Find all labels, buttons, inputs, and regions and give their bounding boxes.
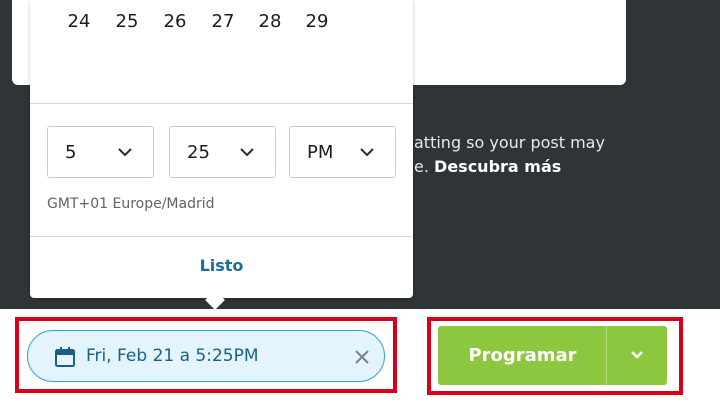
calendar-icon — [55, 347, 75, 367]
scheduled-date-pill[interactable]: Fri, Feb 21 a 5:25PM — [27, 330, 385, 382]
schedule-options-button[interactable] — [607, 326, 667, 385]
hour-select[interactable]: 5 — [47, 126, 154, 178]
datetime-picker-popover: 24 25 26 27 28 29 5 25 PM GMT+01 Europe/… — [30, 0, 413, 298]
calendar-day-29[interactable]: 29 — [302, 8, 332, 36]
chevron-down-icon — [240, 148, 254, 157]
done-button[interactable]: Listo — [30, 256, 413, 275]
minute-select[interactable]: 25 — [169, 126, 276, 178]
calendar-day-28[interactable]: 28 — [255, 8, 285, 36]
schedule-button[interactable]: Programar — [438, 326, 607, 385]
divider — [30, 236, 413, 237]
hour-value: 5 — [65, 142, 77, 163]
chevron-down-icon — [631, 351, 643, 359]
formatting-notice-prefix: e. — [414, 157, 429, 176]
period-select[interactable]: PM — [289, 126, 396, 178]
chevron-down-icon — [118, 148, 132, 157]
calendar-day-27[interactable]: 27 — [208, 8, 238, 36]
formatting-notice: atting so your post may e. Descubra más — [414, 131, 714, 179]
chevron-down-icon — [360, 148, 374, 157]
calendar-day-25[interactable]: 25 — [112, 8, 142, 36]
timezone-label: GMT+01 Europe/Madrid — [47, 196, 215, 212]
calendar-day-24[interactable]: 24 — [64, 8, 94, 36]
minute-value: 25 — [187, 142, 210, 163]
divider — [30, 103, 413, 104]
calendar-day-26[interactable]: 26 — [160, 8, 190, 36]
period-value: PM — [307, 142, 334, 163]
scheduled-date-text: Fri, Feb 21 a 5:25PM — [86, 346, 259, 366]
formatting-notice-line1: atting so your post may — [414, 133, 605, 152]
learn-more-link[interactable]: Descubra más — [434, 157, 561, 176]
close-icon[interactable] — [354, 349, 370, 365]
